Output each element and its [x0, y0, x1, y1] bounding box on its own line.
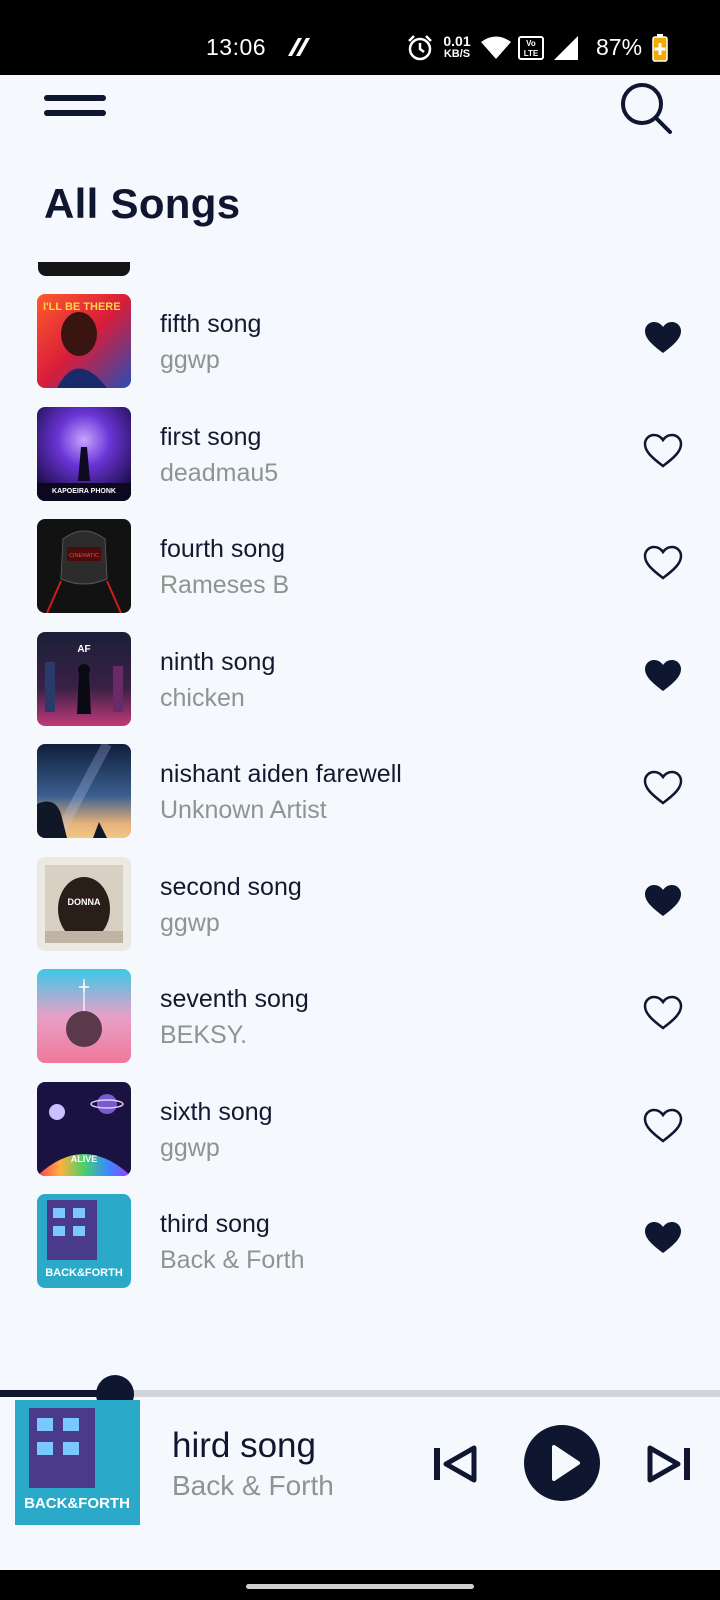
- volte-icon: Vo LTE: [518, 36, 544, 60]
- song-artist: chicken: [160, 683, 245, 712]
- song-artist: ggwp: [160, 1133, 220, 1162]
- now-playing-title: hird song: [172, 1426, 316, 1465]
- alarm-icon: [408, 35, 432, 61]
- album-art: [37, 969, 131, 1063]
- hamburger-menu-icon[interactable]: [44, 92, 106, 126]
- song-row[interactable]: ALIVE sixth song ggwp: [0, 1081, 720, 1195]
- network-speed: 0.01 KB/S: [440, 34, 474, 60]
- album-art: ALIVE: [37, 1081, 131, 1176]
- album-art-caption: DONNA: [68, 897, 101, 907]
- battery-percent: 87%: [596, 34, 643, 60]
- signal-icon: [554, 36, 578, 60]
- song-artist: BEKSY.: [160, 1021, 248, 1049]
- battery-icon: [652, 34, 668, 62]
- song-row[interactable]: KAPOEIRA PHONK first song deadmau5: [0, 406, 720, 520]
- heart-outline-icon[interactable]: [643, 545, 683, 581]
- album-art: AF: [37, 631, 131, 726]
- song-title: ninth song: [160, 647, 276, 676]
- song-row[interactable]: I'LL BE THERE fifth song ggwp: [0, 294, 720, 407]
- now-playing-album-art: BACK&FORTH: [15, 1400, 140, 1525]
- wifi-icon: [481, 36, 511, 59]
- svg-text:Vo: Vo: [526, 39, 536, 48]
- play-button[interactable]: [524, 1425, 600, 1501]
- now-playing-artist: Back & Forth: [172, 1470, 334, 1501]
- home-gesture-handle[interactable]: [246, 1584, 474, 1589]
- album-art-caption: CINEMATIC: [69, 553, 99, 559]
- song-title: third song: [160, 1210, 270, 1238]
- album-art: [37, 744, 131, 838]
- song-title: first song: [160, 422, 262, 451]
- song-artist: Rameses B: [160, 571, 290, 599]
- song-artist: ggwp: [160, 346, 220, 374]
- heart-filled-icon[interactable]: [643, 1220, 683, 1256]
- album-art: BACK&FORTH: [37, 1194, 131, 1288]
- song-row[interactable]: CINEMATIC fourth song Rameses B: [0, 519, 720, 632]
- song-artist: deadmau5: [160, 458, 279, 487]
- song-list[interactable]: I'LL BE THERE fifth song ggwp KAPOEIRA P…: [0, 294, 720, 1307]
- heart-filled-icon[interactable]: [643, 320, 683, 356]
- song-title: sixth song: [160, 1097, 273, 1126]
- song-title: fourth song: [160, 535, 286, 563]
- heart-filled-icon[interactable]: [643, 883, 683, 919]
- net-speed-unit: KB/S: [443, 48, 471, 60]
- song-title: fifth song: [160, 310, 262, 338]
- song-artist: Back & Forth: [160, 1246, 305, 1274]
- heart-filled-icon[interactable]: [643, 658, 683, 694]
- album-art-caption: BACK&FORTH: [45, 1267, 123, 1279]
- song-artist: Unknown Artist: [160, 796, 327, 824]
- next-icon[interactable]: [646, 1442, 692, 1486]
- album-art: KAPOEIRA PHONK: [37, 406, 131, 501]
- previous-icon[interactable]: [432, 1442, 478, 1486]
- song-artist: ggwp: [160, 908, 220, 937]
- album-art: DONNA: [37, 856, 131, 951]
- song-row[interactable]: AF ninth song chicken: [0, 631, 720, 745]
- svg-text:LTE: LTE: [524, 49, 539, 58]
- heart-outline-icon[interactable]: [643, 995, 683, 1031]
- heart-outline-icon[interactable]: [643, 1108, 683, 1144]
- heart-outline-icon[interactable]: [643, 770, 683, 806]
- page-title: All Songs: [44, 180, 241, 227]
- album-art-caption: I'LL BE THERE: [43, 301, 121, 313]
- search-icon[interactable]: [618, 80, 674, 136]
- now-playing-art-caption: BACK&FORTH: [24, 1495, 130, 1512]
- album-art: I'LL BE THERE: [37, 294, 131, 388]
- song-title: second song: [160, 872, 302, 901]
- status-bar: 13:06 0.01 KB/S Vo LTE 87%: [0, 0, 720, 75]
- album-art-caption: KAPOEIRA PHONK: [52, 488, 116, 495]
- song-row[interactable]: BACK&FORTH third song Back & Forth: [0, 1194, 720, 1307]
- song-title: seventh song: [160, 985, 309, 1013]
- app-notification-icon: [288, 38, 310, 56]
- play-icon: [552, 1445, 580, 1481]
- song-row[interactable]: seventh song BEKSY.: [0, 969, 720, 1082]
- heart-outline-icon[interactable]: [643, 433, 683, 469]
- song-title: nishant aiden farewell: [160, 760, 402, 788]
- partial-album-art: [38, 262, 130, 276]
- album-art-caption: AF: [77, 644, 90, 655]
- status-time: 13:06: [206, 34, 267, 60]
- song-row[interactable]: DONNA second song ggwp: [0, 856, 720, 970]
- album-art: CINEMATIC: [37, 519, 131, 613]
- album-art-caption: ALIVE: [71, 1154, 98, 1164]
- song-row[interactable]: nishant aiden farewell Unknown Artist: [0, 744, 720, 857]
- net-speed-value: 0.01: [443, 33, 471, 49]
